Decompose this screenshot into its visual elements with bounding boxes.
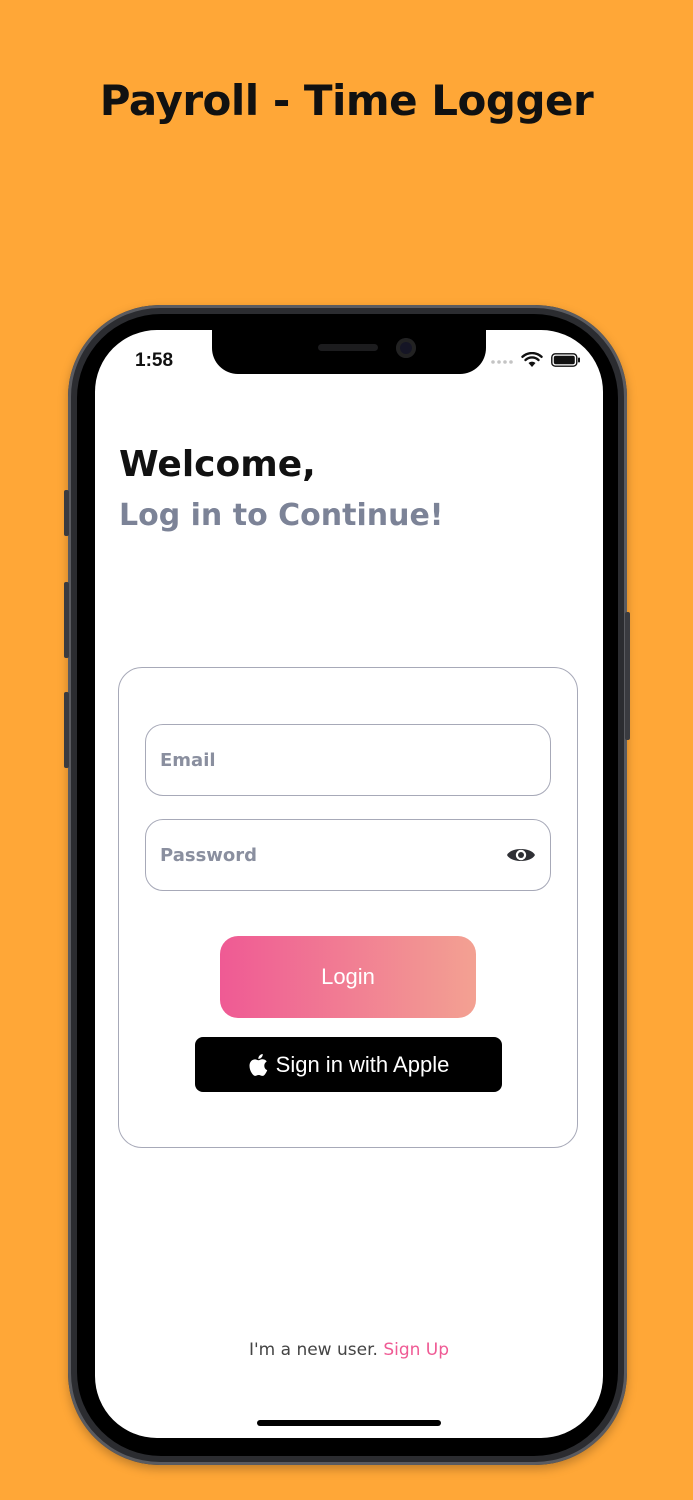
login-card: Login Sign in with Apple xyxy=(118,667,578,1148)
sign-in-with-apple-button[interactable]: Sign in with Apple xyxy=(195,1037,502,1092)
signup-row: I'm a new user. Sign Up xyxy=(95,1340,603,1360)
eye-icon[interactable] xyxy=(506,842,536,868)
notch xyxy=(212,330,486,374)
apple-icon xyxy=(249,1053,267,1076)
home-indicator[interactable] xyxy=(257,1420,441,1426)
signup-prompt: I'm a new user. xyxy=(248,1340,378,1360)
status-time: 1:58 xyxy=(135,350,174,371)
phone-power-button xyxy=(625,612,630,740)
phone-volume-down xyxy=(64,692,69,768)
apple-button-label: Sign in with Apple xyxy=(275,1051,450,1077)
wifi-icon xyxy=(521,352,543,367)
front-camera xyxy=(396,338,416,358)
login-subtitle: Log in to Continue! xyxy=(119,498,444,533)
status-icons xyxy=(491,350,581,370)
phone-screen: 1:58 Welcome, Log in to Continue! Email … xyxy=(95,330,603,1438)
signal-icon xyxy=(491,360,513,364)
phone-side-button xyxy=(64,490,69,536)
welcome-heading: Welcome, xyxy=(119,444,316,485)
battery-icon xyxy=(551,353,580,367)
promo-title: Payroll - Time Logger xyxy=(99,76,594,125)
login-button[interactable]: Login xyxy=(220,936,476,1018)
password-field-container xyxy=(145,819,551,891)
phone-volume-up xyxy=(64,582,69,658)
email-field-container xyxy=(145,724,551,796)
password-input[interactable] xyxy=(160,820,480,890)
signup-link[interactable]: Sign Up xyxy=(383,1340,449,1360)
speaker-grille xyxy=(318,344,378,351)
email-input[interactable] xyxy=(160,725,480,795)
